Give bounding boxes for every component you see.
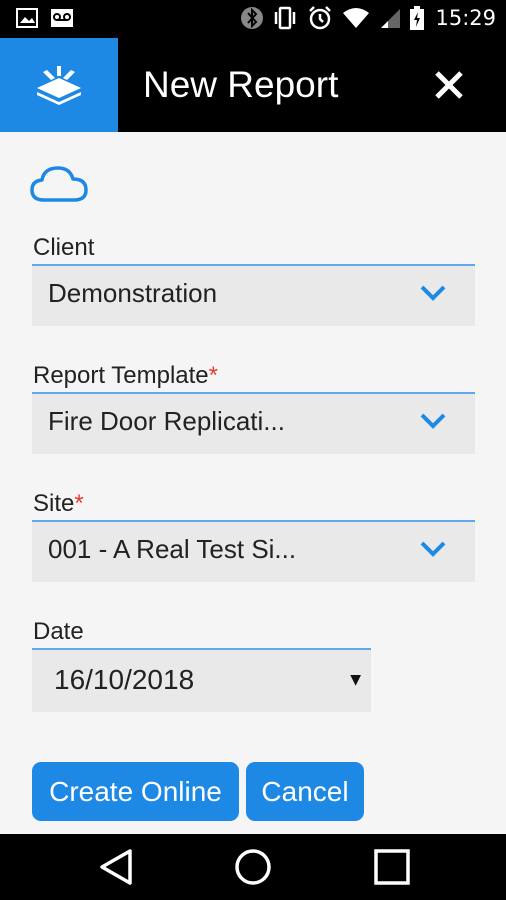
required-marker: * xyxy=(208,362,218,389)
chevron-down-icon xyxy=(420,285,446,301)
nav-home-button[interactable] xyxy=(234,848,272,890)
status-right-icons: 15:29 xyxy=(241,5,496,31)
home-circle-icon xyxy=(235,849,271,885)
site-value: 001 - A Real Test Si... xyxy=(48,534,297,564)
back-triangle-icon xyxy=(100,849,132,885)
date-picker[interactable]: 16/10/2018 ▼ xyxy=(32,648,371,712)
nav-recents-button[interactable] xyxy=(374,848,410,890)
client-label: Client xyxy=(33,234,95,261)
bluetooth-icon xyxy=(241,7,264,29)
date-label: Date xyxy=(33,618,84,645)
app-bar: New Report xyxy=(0,38,506,132)
app-logo xyxy=(0,38,118,132)
report-template-value: Fire Door Replicati... xyxy=(48,406,285,436)
required-marker: * xyxy=(74,490,84,517)
site-label: Site* xyxy=(33,490,84,517)
vibrate-icon xyxy=(275,6,296,30)
stack-logo-icon xyxy=(37,66,81,105)
screen: 15:29 New Report Client Demonstration Re… xyxy=(0,0,506,900)
alarm-icon xyxy=(309,6,332,30)
sync-status[interactable] xyxy=(30,165,88,207)
client-select[interactable]: Demonstration xyxy=(32,264,475,326)
signal-icon xyxy=(381,9,401,28)
dropdown-caret-icon: ▼ xyxy=(350,672,361,688)
chevron-down-icon xyxy=(420,413,446,429)
chevron-down-icon xyxy=(420,541,446,557)
system-nav-bar xyxy=(0,834,506,900)
client-value: Demonstration xyxy=(48,278,218,308)
site-select[interactable]: 001 - A Real Test Si... xyxy=(32,520,475,582)
cancel-button[interactable]: Cancel xyxy=(246,762,364,821)
voicemail-icon xyxy=(51,9,73,27)
recents-square-icon xyxy=(374,849,410,885)
status-left-icons xyxy=(16,8,74,28)
date-value: 16/10/2018 xyxy=(54,664,195,695)
cloud-icon xyxy=(30,166,88,202)
battery-charging-icon xyxy=(410,6,425,30)
page-title: New Report xyxy=(143,64,339,105)
status-bar: 15:29 xyxy=(0,0,506,38)
close-button[interactable] xyxy=(432,68,466,102)
report-template-select[interactable]: Fire Door Replicati... xyxy=(32,392,475,454)
wifi-icon xyxy=(343,8,370,28)
status-time: 15:29 xyxy=(435,6,496,30)
nav-back-button[interactable] xyxy=(98,848,134,890)
report-form: Client Demonstration Report Template* Fi… xyxy=(0,132,506,834)
image-icon xyxy=(16,8,38,28)
report-template-label: Report Template* xyxy=(33,362,218,389)
create-online-button[interactable]: Create Online xyxy=(32,762,239,821)
close-icon xyxy=(435,71,463,99)
